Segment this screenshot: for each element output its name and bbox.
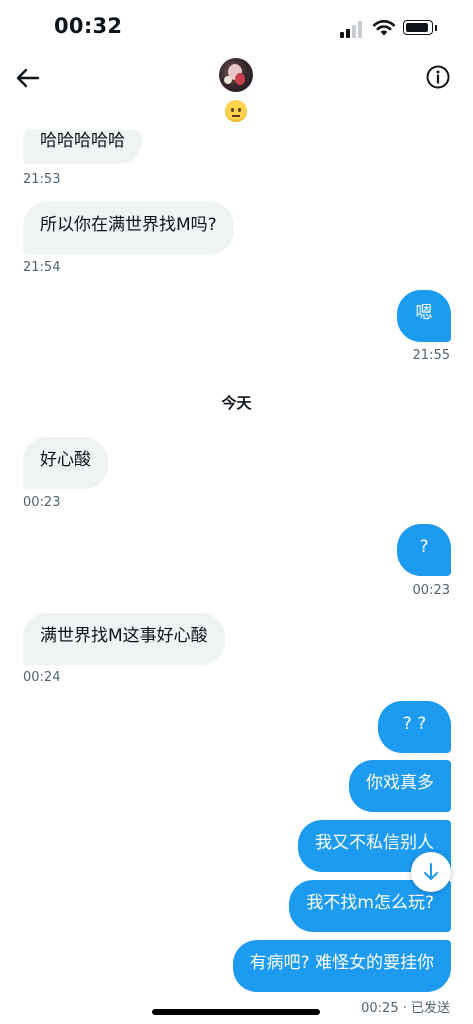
message-time: 21:55 (412, 348, 450, 363)
message-bubble-sent[interactable]: 有病吧? 难怪女的要挂你 (232, 940, 451, 992)
message-time: 21:54 (23, 260, 61, 275)
arrow-left-icon[interactable] (14, 64, 42, 92)
message-time: 00:24 (23, 670, 61, 685)
status-emoji (225, 100, 247, 122)
home-indicator (152, 1009, 320, 1015)
message-bubble-sent[interactable]: 你戏真多 (349, 760, 451, 812)
info-icon[interactable] (425, 64, 451, 90)
message-bubble-sent[interactable]: 嗯 (397, 290, 451, 342)
avatar[interactable] (219, 58, 253, 92)
arrow-down-icon (424, 863, 438, 880)
message-time: 00:23 (412, 583, 450, 598)
day-separator: 今天 (221, 394, 252, 412)
message-bubble-received[interactable]: 好心酸 (23, 437, 108, 489)
message-time: 21:53 (23, 172, 61, 187)
message-bubble-received[interactable]: 满世界找M这事好心酸 (23, 613, 225, 665)
message-time-status: 00:25 · 已发送 (361, 1001, 450, 1016)
scroll-to-bottom-button[interactable] (411, 852, 451, 892)
conversation-area[interactable]: 哈哈哈哈哈 21:53 所以你在满世界找M吗? 21:54 嗯 21:55 今天… (0, 0, 473, 1024)
message-bubble-sent[interactable]: ? (397, 524, 451, 576)
conversation-header (0, 56, 473, 130)
message-bubble-received[interactable]: 所以你在满世界找M吗? (23, 202, 234, 254)
message-bubble-sent[interactable]: ? ? (378, 701, 451, 753)
message-time: 00:23 (23, 495, 61, 510)
